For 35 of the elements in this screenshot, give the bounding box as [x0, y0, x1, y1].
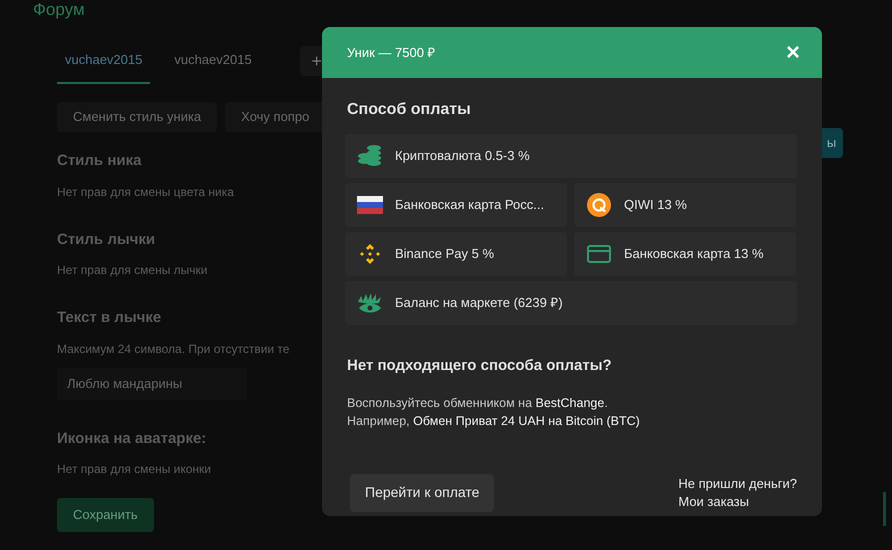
exchange-link[interactable]: Обмен Приват 24 UAH на Bitcoin (BTC) [413, 414, 640, 428]
payment-method-option[interactable]: Баланс на маркете (6239 ₽) [345, 281, 797, 325]
payment-method-option[interactable]: Криптовалюта 0.5-3 % [345, 134, 797, 178]
section-heading: Иконка на аватарке: [57, 428, 206, 448]
binance-icon [358, 242, 382, 266]
eye-icon [357, 292, 383, 314]
payment-method-option[interactable]: Binance Pay 5 % [345, 232, 567, 276]
card-icon [587, 245, 611, 263]
side-marker [883, 492, 886, 526]
section-heading: Стиль лычки [57, 230, 156, 250]
section-heading: Текст в лычке [57, 308, 162, 328]
section-note: Нет прав для смены цвета ника [57, 184, 234, 200]
help-text: Воспользуйтесь обменником на BestChange. [347, 394, 609, 412]
payment-method-option[interactable]: QIWI 13 % [574, 183, 796, 227]
help-title: Нет подходящего способа оплаты? [347, 356, 613, 376]
account-tab[interactable]: vuchaev2015 [166, 46, 260, 84]
section-title: Способ оплаты [347, 100, 472, 120]
save-button[interactable]: Сохранить [57, 498, 154, 532]
payment-method-option[interactable]: Банковская карта 13 % [574, 232, 796, 276]
coins-icon [357, 144, 383, 168]
section-note: Нет прав для смены иконки [57, 461, 212, 478]
help-link[interactable]: Не пришли деньги? [678, 474, 797, 492]
flag-icon [357, 196, 383, 214]
section-heading: Стиль ника [57, 151, 142, 171]
qiwi-icon [587, 193, 611, 217]
help-link[interactable]: Мои заказы [678, 492, 797, 510]
section-note: Нет прав для смены лычки [57, 262, 208, 279]
payment-method-option[interactable]: Банковская карта Росс... [345, 183, 567, 227]
account-tab[interactable]: vuchaev2015 [57, 46, 150, 84]
page-title: Форум [33, 0, 85, 20]
section-note: Максимум 24 символа. При отсутствии те [57, 340, 290, 358]
exchange-link[interactable]: BestChange [536, 396, 604, 410]
pay-button[interactable]: Перейти к оплате [350, 474, 494, 512]
dialog-title: Уник — 7500 ₽ [347, 44, 436, 62]
help-text: Например, Обмен Приват 24 UAH на Bitcoin (BTC) [347, 412, 641, 430]
